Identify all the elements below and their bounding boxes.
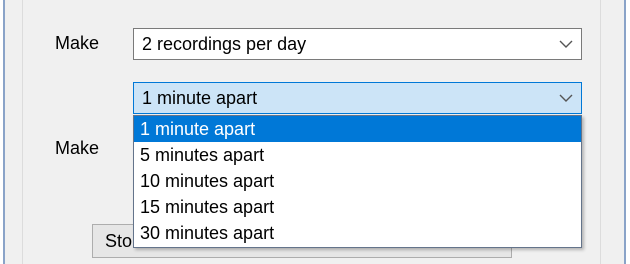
dropdown-option-30-minutes[interactable]: 30 minutes apart xyxy=(134,220,581,246)
make-label-2: Make xyxy=(55,138,100,158)
dropdown-option-1-minute[interactable]: 1 minute apart xyxy=(134,116,581,142)
window-frame-right xyxy=(624,0,626,264)
recordings-per-day-select[interactable]: 2 recordings per day xyxy=(133,28,582,60)
stop-button-label: Sto xyxy=(105,231,133,251)
dropdown-option-15-minutes[interactable]: 15 minutes apart xyxy=(134,194,581,220)
interval-dropdown-list[interactable]: 1 minute apart 5 minutes apart 10 minute… xyxy=(133,115,582,248)
interval-select[interactable]: 1 minute apart xyxy=(133,82,582,114)
chevron-down-icon[interactable] xyxy=(559,29,573,59)
interval-select-value: 1 minute apart xyxy=(142,88,258,108)
dropdown-option-10-minutes[interactable]: 10 minutes apart xyxy=(134,168,581,194)
recordings-per-day-value: 2 recordings per day xyxy=(142,34,307,54)
make-label-1: Make xyxy=(55,33,100,53)
dropdown-option-5-minutes[interactable]: 5 minutes apart xyxy=(134,142,581,168)
chevron-down-icon[interactable] xyxy=(559,83,573,113)
